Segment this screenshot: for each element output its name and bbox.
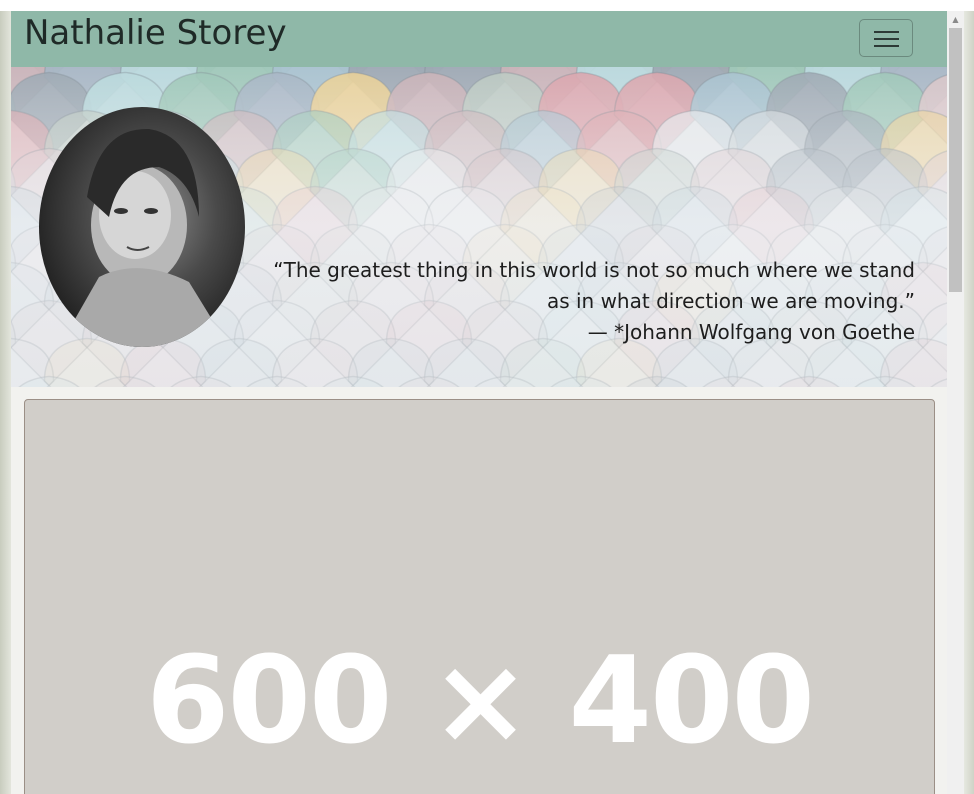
- hero-banner: “The greatest thing in this world is not…: [11, 67, 947, 387]
- vertical-scrollbar[interactable]: ▲: [947, 11, 964, 794]
- scrollbar-thumb[interactable]: [949, 28, 962, 292]
- placeholder-image: 600 × 400: [24, 399, 935, 794]
- page-viewport: Nathalie Storey “The greatest thing in t…: [11, 11, 947, 794]
- placeholder-dimensions-text: 600 × 400: [145, 632, 815, 771]
- window-right-edge: [964, 11, 974, 794]
- navbar-toggler-button[interactable]: [859, 19, 913, 57]
- navbar-brand[interactable]: Nathalie Storey: [24, 13, 287, 53]
- scroll-up-arrow-icon[interactable]: ▲: [947, 11, 964, 28]
- hero-quote-attribution: — *Johann Wolfgang von Goethe: [587, 320, 915, 344]
- portrait-photo: [59, 128, 229, 347]
- navbar: Nathalie Storey: [11, 11, 947, 67]
- hero-quote: “The greatest thing in this world is not…: [273, 258, 915, 313]
- window-left-edge: [0, 11, 11, 794]
- portrait-avatar: [39, 107, 245, 347]
